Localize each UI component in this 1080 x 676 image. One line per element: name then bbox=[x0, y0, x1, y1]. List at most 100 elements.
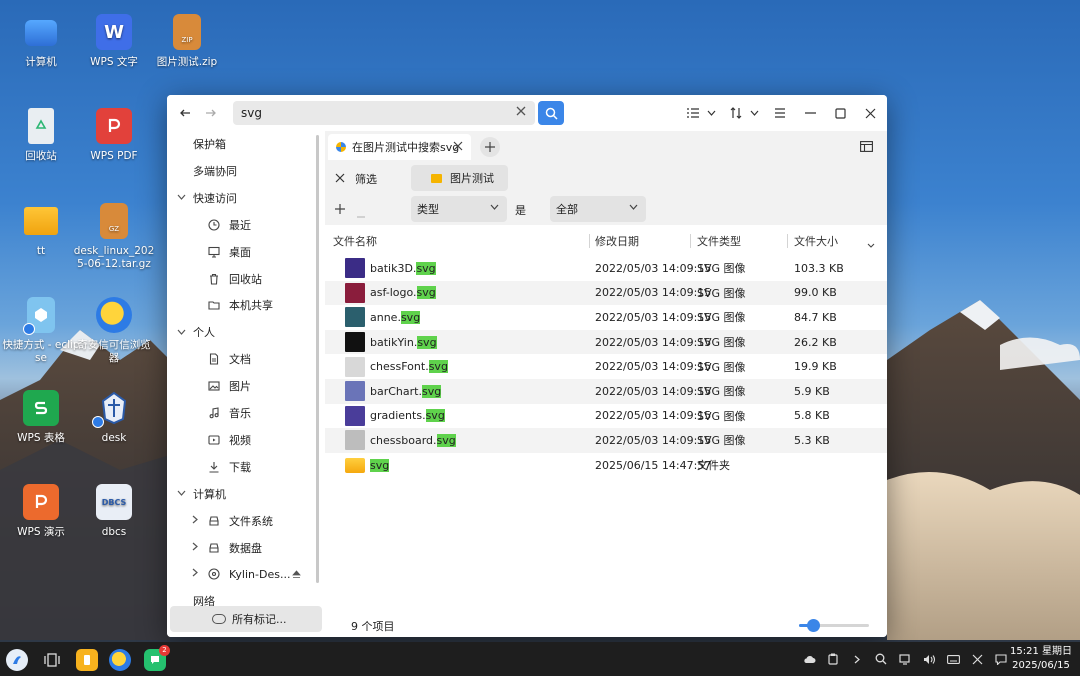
search-button[interactable] bbox=[538, 101, 564, 125]
filter-location-chip[interactable]: 图片测试 bbox=[411, 165, 508, 191]
drive-icon bbox=[207, 514, 221, 528]
menu-button[interactable] bbox=[773, 104, 787, 122]
search-input[interactable]: svg bbox=[233, 101, 535, 125]
drive-icon bbox=[207, 541, 221, 555]
tab-search-results[interactable]: 在图片测试中搜索svg bbox=[328, 134, 471, 160]
sidebar-item[interactable]: 快速访问 bbox=[167, 185, 319, 211]
multitask-view-button[interactable] bbox=[41, 649, 63, 671]
close-tab-button[interactable] bbox=[453, 141, 463, 154]
table-row[interactable]: gradients. svg 2022/05/03 14:09:15 SVG 图像 5.… bbox=[325, 404, 887, 429]
clipboard-tray-icon[interactable] bbox=[826, 652, 840, 666]
start-menu-button[interactable] bbox=[6, 649, 28, 671]
view-mode-button[interactable] bbox=[686, 104, 700, 122]
chevron-right-icon[interactable] bbox=[189, 542, 201, 554]
clock[interactable]: 15:21 星期日 2025/06/15 bbox=[1008, 645, 1074, 673]
taskbar-file-manager[interactable] bbox=[76, 649, 98, 671]
chevron-down-icon[interactable] bbox=[175, 327, 187, 338]
sidebar-item[interactable]: 多端协同 bbox=[167, 158, 319, 184]
all-tags-button[interactable]: 所有标记... bbox=[170, 606, 322, 632]
table-row[interactable]: barChart. svg 2022/05/03 14:09:15 SVG 图像 5.9… bbox=[325, 379, 887, 404]
sidebar-item[interactable]: 图片 bbox=[167, 373, 319, 399]
sidebar-item[interactable]: 视频 bbox=[167, 427, 319, 453]
sidebar-item[interactable]: 个人 bbox=[167, 319, 319, 345]
close-window-button[interactable] bbox=[863, 104, 877, 122]
taskbar: 2 15:21 星期日 2025/06/15 bbox=[0, 642, 1080, 676]
desktop-icon-trash[interactable]: 回收站 bbox=[0, 108, 82, 163]
search-icon bbox=[545, 107, 558, 120]
search-tray-icon[interactable] bbox=[874, 652, 888, 666]
column-header-name[interactable]: 文件名称 bbox=[325, 226, 377, 256]
expand-tray-button[interactable] bbox=[850, 652, 864, 666]
sidebar-item[interactable]: 桌面 bbox=[167, 239, 319, 265]
download-icon bbox=[207, 460, 221, 474]
sidebar-scrollbar[interactable] bbox=[316, 135, 319, 583]
minimize-button[interactable] bbox=[803, 104, 817, 122]
chevron-right-icon[interactable] bbox=[189, 568, 201, 580]
chevron-down-icon[interactable] bbox=[175, 192, 187, 203]
desktop-icon-zip[interactable]: ZIP 图片测试.zip bbox=[146, 14, 228, 69]
desktop-icon-computer[interactable]: 计算机 bbox=[0, 14, 82, 69]
close-filter-button[interactable] bbox=[335, 172, 345, 186]
sidebar-item[interactable]: 文件系统 bbox=[167, 508, 319, 534]
sidebar-item[interactable]: 回收站 bbox=[167, 266, 319, 292]
sidebar-item[interactable]: 音乐 bbox=[167, 400, 319, 426]
sidebar-item[interactable]: Kylin-Des... bbox=[167, 561, 319, 587]
bluetooth-off-tray-icon[interactable] bbox=[970, 652, 984, 666]
sidebar-item[interactable]: 数据盘 bbox=[167, 535, 319, 561]
table-row[interactable]: anne. svg 2022/05/03 14:09:15 SVG 图像 84.7 KB bbox=[325, 305, 887, 330]
zoom-slider[interactable] bbox=[799, 619, 869, 632]
desktop-icon-wps-writer[interactable]: W WPS 文字 bbox=[73, 14, 155, 69]
cloud-tray-icon[interactable] bbox=[802, 652, 816, 666]
sidebar-item[interactable]: 本机共享 bbox=[167, 292, 319, 318]
sort-button[interactable] bbox=[729, 104, 743, 122]
desktop-icon-qianxin-browser[interactable]: 奇安信可信浏览器 bbox=[73, 297, 155, 365]
desktop-icon-desk[interactable]: desk bbox=[73, 390, 155, 445]
desktop-icon-dbcs[interactable]: DBCS dbcs bbox=[73, 484, 155, 539]
notification-tray-icon[interactable] bbox=[994, 652, 1008, 666]
desktop-icon-wps-sheets[interactable]: WPS 表格 bbox=[0, 390, 82, 445]
clock-time: 15:21 星期日 bbox=[1010, 646, 1072, 657]
shortcut-arrow-icon bbox=[23, 323, 35, 335]
condition-field-select[interactable]: 类型 bbox=[411, 196, 507, 222]
desktop-icon-wps-presentation[interactable]: WPS 演示 bbox=[0, 484, 82, 539]
sort-dropdown[interactable] bbox=[748, 104, 760, 122]
desktop-icon-tt[interactable]: tt bbox=[0, 203, 82, 258]
table-row[interactable]: batikYin. svg 2022/05/03 14:09:15 SVG 图像 26.… bbox=[325, 329, 887, 355]
network-tray-icon[interactable] bbox=[898, 652, 912, 666]
sidebar-item[interactable]: 计算机 bbox=[167, 481, 319, 507]
column-header-date[interactable]: 修改日期 bbox=[587, 226, 639, 256]
desktop-icon-eclipse-shortcut[interactable]: 快捷方式 - eclipse bbox=[0, 297, 82, 365]
column-header-size[interactable]: 文件大小 bbox=[786, 226, 838, 256]
add-condition-button[interactable] bbox=[335, 203, 345, 217]
table-row[interactable]: chessboard. svg 2022/05/03 14:09:15 SVG 图像 5… bbox=[325, 428, 887, 453]
desktop-icon-tar-gz[interactable]: GZ desk_linux_2025-06-12.tar.gz bbox=[73, 203, 155, 271]
volume-tray-icon[interactable] bbox=[922, 652, 936, 666]
table-row[interactable]: svg 2025/06/15 14:47:57 文件夹 bbox=[325, 453, 887, 478]
view-mode-dropdown[interactable] bbox=[705, 104, 717, 122]
zoom-slider-handle[interactable] bbox=[806, 619, 820, 632]
desktop-icon-wps-pdf[interactable]: WPS PDF bbox=[73, 108, 155, 163]
keyboard-tray-icon[interactable] bbox=[946, 652, 960, 666]
back-button[interactable] bbox=[175, 103, 195, 123]
taskbar-browser[interactable] bbox=[109, 649, 131, 671]
table-row[interactable]: chessFont. svg 2022/05/03 14:09:15 SVG 图像 19… bbox=[325, 354, 887, 379]
table-row[interactable]: batik3D. svg 2022/05/03 14:09:15 SVG 图像 103.… bbox=[325, 256, 887, 281]
sidebar-item[interactable]: 文档 bbox=[167, 346, 319, 372]
new-tab-button[interactable] bbox=[480, 137, 500, 157]
chevron-right-icon[interactable] bbox=[189, 515, 201, 527]
table-row[interactable]: asf-logo. svg 2022/05/03 14:09:15 SVG 图像 99.… bbox=[325, 280, 887, 306]
clear-search-button[interactable] bbox=[513, 105, 529, 121]
remove-condition-button[interactable] bbox=[357, 207, 365, 221]
toggle-detail-pane-button[interactable] bbox=[860, 141, 873, 155]
sidebar-item-label: 个人 bbox=[193, 326, 215, 340]
sidebar-item[interactable]: 保护箱 bbox=[167, 131, 319, 157]
forward-button[interactable] bbox=[201, 103, 221, 123]
maximize-button[interactable] bbox=[833, 104, 847, 122]
condition-value-select[interactable]: 全部 bbox=[550, 196, 646, 222]
taskbar-messenger[interactable]: 2 bbox=[144, 645, 170, 671]
sidebar-item[interactable]: 最近 bbox=[167, 212, 319, 238]
chevron-down-icon[interactable] bbox=[175, 488, 187, 499]
eject-icon[interactable] bbox=[292, 569, 301, 582]
sidebar-item[interactable]: 下载 bbox=[167, 454, 319, 480]
column-header-type[interactable]: 文件类型 bbox=[689, 226, 741, 256]
